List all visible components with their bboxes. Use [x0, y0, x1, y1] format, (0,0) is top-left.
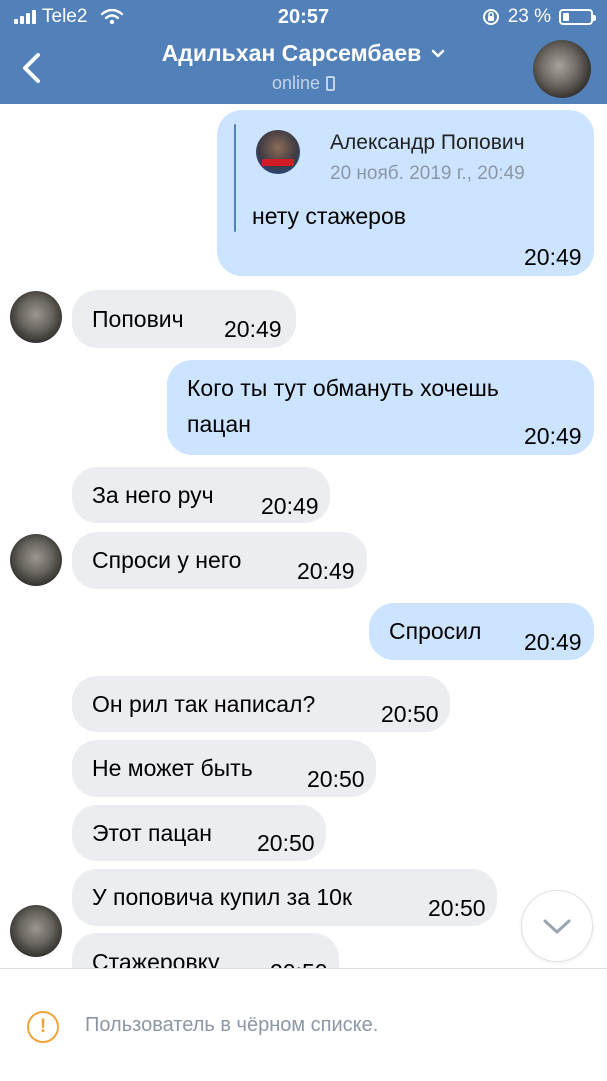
forward-author-avatar[interactable]: [256, 130, 300, 174]
message-text: У поповича купил за 10к: [92, 884, 353, 910]
forward-author-name[interactable]: Александр Попович: [330, 131, 525, 155]
message-time: 20:49: [261, 493, 319, 519]
scroll-down-button[interactable]: [521, 890, 593, 962]
message-text: Стажеровку: [92, 949, 220, 968]
blocked-notice-bar: ! Пользователь в чёрном списке.: [0, 968, 607, 1081]
warning-icon: !: [27, 1011, 59, 1043]
sender-avatar[interactable]: [10, 291, 62, 343]
message-text: пацан: [187, 411, 251, 437]
sender-avatar[interactable]: [10, 905, 62, 957]
contact-avatar[interactable]: [533, 40, 591, 98]
status-bar: Tele2 20:57 23 %: [0, 6, 607, 28]
message-text: Кого ты тут обмануть хочешь: [187, 375, 499, 401]
chevron-down-icon: [543, 919, 571, 934]
message-text: Спроси у него: [92, 547, 242, 573]
message-time: 20:49: [224, 316, 282, 342]
message-time: 20:50: [307, 766, 365, 792]
message-time: 20:50: [270, 956, 328, 968]
message-text: Он рил так написал?: [92, 691, 316, 717]
orientation-lock-icon: [482, 9, 499, 25]
battery-percent: 23 %: [507, 6, 551, 27]
message-text: За него руч: [92, 482, 214, 508]
mobile-icon: [326, 76, 336, 91]
message-time: 20:49: [524, 629, 582, 655]
message-text: Не может быть: [92, 755, 253, 781]
chevron-down-icon: [432, 49, 445, 57]
message-text: Спросил: [389, 618, 482, 644]
message-list[interactable]: Попович 20:49 Кого ты тут обмануть хочеш…: [0, 104, 607, 968]
chat-header: Tele2 20:57 23 % Адильхан Сарсембаев onl…: [0, 0, 607, 104]
contact-name: Адильхан Сарсембаев: [161, 40, 422, 66]
blocked-notice: Пользователь в чёрном списке.: [85, 1014, 379, 1036]
message-text: Попович: [92, 306, 184, 332]
forward-date: 20 нояб. 2019 г., 20:49: [330, 163, 525, 184]
sender-avatar[interactable]: [10, 534, 62, 586]
message-text: Этот пацан: [92, 820, 212, 846]
battery-icon: [559, 9, 596, 25]
forward-quote-bar: [234, 124, 236, 232]
message-time: 20:50: [381, 701, 439, 727]
message-time: 20:49: [524, 423, 582, 449]
battery-fill: [563, 13, 569, 21]
status-right: 23 %: [482, 6, 596, 28]
message-time: 20:50: [428, 895, 486, 921]
message-time: 20:49: [524, 244, 582, 270]
forward-text: нету стажеров: [252, 203, 406, 229]
online-status: online: [271, 73, 336, 94]
chat-title[interactable]: Адильхан Сарсембаев: [162, 40, 446, 67]
message-time: 20:50: [257, 830, 315, 856]
online-label: online: [271, 73, 321, 93]
message-time: 20:49: [297, 558, 355, 584]
chat-title-area[interactable]: Адильхан Сарсембаев online: [0, 40, 607, 94]
